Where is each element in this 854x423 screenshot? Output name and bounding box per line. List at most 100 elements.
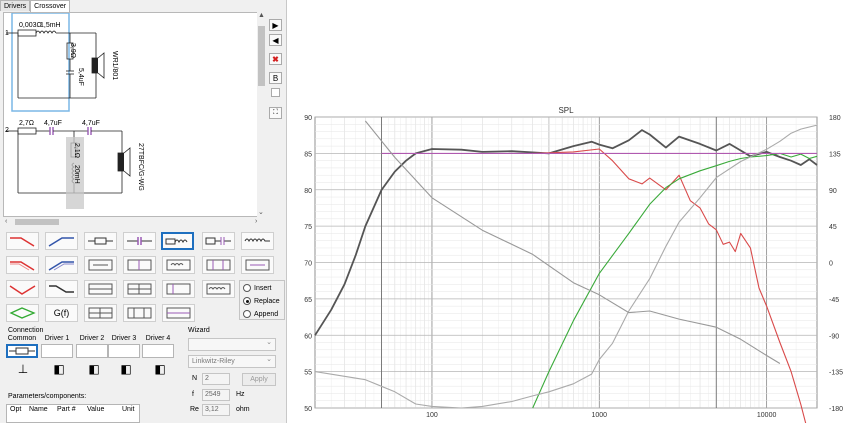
- wizard-type-select[interactable]: [188, 337, 276, 351]
- network-icon-10[interactable]: [84, 304, 117, 322]
- params-table[interactable]: Opt Name Part # Value Unit: [6, 404, 140, 423]
- r2-label: 2,7Ω: [19, 120, 34, 127]
- wizard-filter-select[interactable]: Linkwitz-Riley: [188, 354, 276, 368]
- apply-button[interactable]: Apply: [242, 373, 276, 386]
- tab-drivers[interactable]: Drivers: [0, 0, 31, 11]
- network-icon-12[interactable]: [162, 304, 195, 322]
- network-icon-6[interactable]: [84, 280, 117, 298]
- wizard-re-field[interactable]: 3,12: [202, 404, 230, 416]
- network-icon-4[interactable]: [202, 256, 235, 274]
- scroll-right-icon[interactable]: ›: [255, 218, 257, 226]
- inductor-chain-icon[interactable]: [241, 232, 274, 250]
- lowpass-icon[interactable]: [6, 232, 39, 250]
- speaker-icon[interactable]: ◧: [154, 362, 166, 382]
- spl-chart[interactable]: SPL 50 55 60 65 70 75 80 85 90 -180 -135 -90 -45 0 45 90…: [288, 0, 854, 423]
- crossover-panel: Drivers Crossover 1 0,003Ω 1,5mH 3,9Ω 5,…: [0, 0, 287, 423]
- y2-tick-label: -180: [829, 406, 843, 413]
- c-shunt1-label: 5,4uF: [77, 68, 84, 86]
- y2-tick-label: 180: [829, 115, 841, 122]
- transfer-function-button[interactable]: G(f): [45, 304, 78, 322]
- move-left-button[interactable]: ◀: [269, 34, 282, 46]
- scroll-up-icon[interactable]: ▲: [258, 12, 265, 20]
- speaker-icon[interactable]: ◧: [53, 362, 65, 382]
- row-number-2: 2: [5, 127, 9, 134]
- wizard-n-select[interactable]: 2: [202, 373, 230, 385]
- radio-append[interactable]: Append: [243, 310, 278, 318]
- radio-replace[interactable]: Replace: [243, 297, 280, 305]
- network-icon-11[interactable]: [123, 304, 156, 322]
- col-value: Value: [87, 406, 105, 413]
- network-icon-8[interactable]: [162, 280, 195, 298]
- network-icon-9[interactable]: [202, 280, 235, 298]
- y2-tick-label: -90: [829, 333, 839, 340]
- connection-driver2-box[interactable]: [76, 344, 108, 358]
- network-icon-1[interactable]: [84, 256, 117, 274]
- radio-append-dot[interactable]: [243, 310, 251, 318]
- y2-tick-label: 135: [829, 151, 841, 158]
- scroll-thumb-horizontal[interactable]: [15, 219, 59, 225]
- radio-append-label: Append: [254, 310, 279, 318]
- scroll-thumb[interactable]: [258, 26, 265, 86]
- connection-driver4-box[interactable]: [142, 344, 174, 358]
- y2-tick-label: 0: [829, 261, 833, 268]
- resistor-capacitor-icon[interactable]: [202, 232, 235, 250]
- col-name: Name: [29, 406, 48, 413]
- probe-icon[interactable]: ⊥: [17, 362, 29, 382]
- col-unit: Unit: [122, 406, 135, 413]
- checkbox[interactable]: [271, 88, 280, 97]
- driver1-label: WR1/801: [111, 51, 118, 81]
- network-icon-3[interactable]: [162, 256, 195, 274]
- col-part: Part #: [57, 406, 76, 413]
- wizard-f-field[interactable]: 2549: [202, 389, 230, 401]
- speaker-icon[interactable]: ◧: [88, 362, 100, 382]
- connection-tab-driver3[interactable]: Driver 3: [108, 335, 140, 342]
- schematic-vertical-scrollbar[interactable]: ▲ ⌄: [257, 12, 266, 217]
- y-tick-label: 75: [304, 224, 312, 231]
- wizard-title: Wizard: [188, 327, 210, 334]
- resistor-icon[interactable]: [84, 232, 117, 250]
- scroll-down-icon[interactable]: ⌄: [258, 209, 264, 217]
- connection-tab-driver2[interactable]: Driver 2: [76, 335, 108, 342]
- connection-tab-driver4[interactable]: Driver 4: [142, 335, 174, 342]
- y-tick-label: 65: [304, 297, 312, 304]
- c2b-label: 4,7uF: [82, 120, 100, 127]
- radio-replace-dot[interactable]: [243, 297, 251, 305]
- delete-icon[interactable]: ✖: [269, 53, 282, 65]
- network-icon-5[interactable]: [241, 256, 274, 274]
- connection-tab-common[interactable]: Common: [6, 335, 38, 342]
- connection-common-box[interactable]: [6, 344, 38, 358]
- y-tick-label: 70: [304, 261, 312, 268]
- radio-insert[interactable]: Insert: [243, 284, 272, 292]
- shelf-icon[interactable]: [45, 280, 78, 298]
- radio-replace-label: Replace: [254, 297, 280, 305]
- schematic-horizontal-scrollbar[interactable]: ‹ ›: [3, 217, 265, 227]
- network-icon-7[interactable]: [123, 280, 156, 298]
- tab-crossover[interactable]: Crossover: [30, 0, 71, 12]
- connection-title: Connection: [8, 327, 44, 334]
- capacitor-icon[interactable]: [123, 232, 156, 250]
- network-icon-2[interactable]: [123, 256, 156, 274]
- notch-icon[interactable]: [6, 280, 39, 298]
- scroll-left-icon[interactable]: ‹: [5, 218, 7, 226]
- speaker-icon[interactable]: ◧: [120, 362, 132, 382]
- connection-driver1-box[interactable]: [41, 344, 73, 358]
- crossover-schematic[interactable]: 1 0,003Ω 1,5mH 3,9Ω 5,4uF WR1/801 2 2,7Ω…: [3, 12, 265, 217]
- schematic-drawing: [6, 13, 131, 209]
- y2-tick-label: 90: [829, 188, 837, 195]
- expand-icon[interactable]: ⛶: [269, 107, 282, 119]
- b-button[interactable]: B: [269, 72, 282, 84]
- highpass-2nd-icon[interactable]: [45, 256, 78, 274]
- move-right-button[interactable]: ▶: [269, 19, 282, 31]
- lowpass-2nd-icon[interactable]: [6, 256, 39, 274]
- y-tick-label: 55: [304, 370, 312, 377]
- l1-label: 1,5mH: [40, 22, 61, 29]
- resistor-inductor-icon[interactable]: [161, 232, 194, 250]
- connection-driver3-box[interactable]: [108, 344, 140, 358]
- bandpass-icon[interactable]: [6, 304, 39, 322]
- y2-tick-label: -45: [829, 297, 839, 304]
- highpass-icon[interactable]: [45, 232, 78, 250]
- connection-tab-driver1[interactable]: Driver 1: [41, 335, 73, 342]
- wizard-f-label: f: [192, 391, 194, 398]
- y-tick-label: 80: [304, 188, 312, 195]
- radio-insert-dot[interactable]: [243, 284, 251, 292]
